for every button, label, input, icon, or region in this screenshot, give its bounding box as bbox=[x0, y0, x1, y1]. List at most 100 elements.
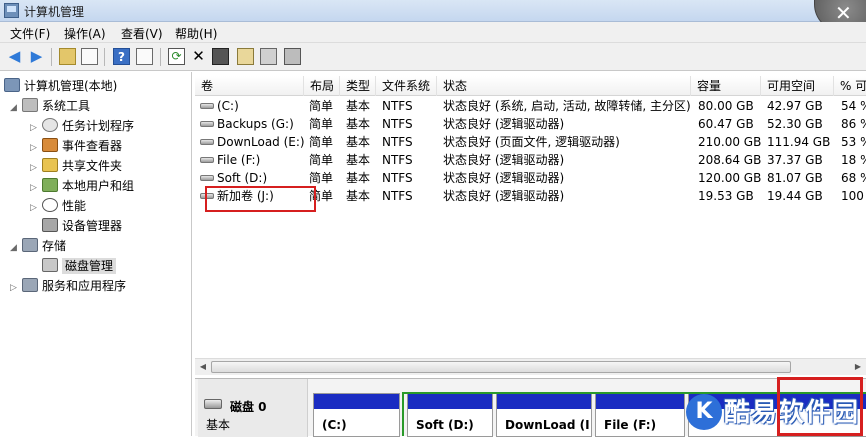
back-icon[interactable]: ◀ bbox=[6, 48, 23, 65]
table-cell: (C:) bbox=[200, 97, 239, 115]
menu-help[interactable]: 帮助(H) bbox=[175, 25, 217, 42]
table-cell: DownLoad (E:) bbox=[200, 133, 305, 151]
expand-icon[interactable]: ▷ bbox=[30, 158, 42, 178]
column-header-capacity[interactable]: 容量 bbox=[691, 76, 761, 96]
cell-text: 100 bbox=[841, 189, 864, 203]
table-cell: 80.00 GB bbox=[698, 97, 754, 115]
disk-management-icon bbox=[42, 258, 58, 272]
volume-list: 卷 布局 类型 文件系统 状态 容量 可用空间 % 可 (C:) 简单 基本 NTFS… bbox=[195, 72, 866, 376]
forward-icon[interactable]: ▶ bbox=[28, 48, 45, 65]
cell-text: 19.53 GB bbox=[698, 189, 754, 203]
table-cell: 基本 bbox=[346, 133, 370, 151]
collapse-icon[interactable]: ◢ bbox=[10, 238, 22, 258]
menu-file[interactable]: 文件(F) bbox=[10, 25, 50, 42]
column-header-type[interactable]: 类型 bbox=[340, 76, 376, 96]
settings-icon[interactable] bbox=[260, 48, 277, 65]
table-cell: 100 bbox=[841, 187, 864, 205]
cell-text: 37.37 GB bbox=[767, 153, 823, 167]
table-cell: 简单 bbox=[309, 151, 333, 169]
cell-text: 19.44 GB bbox=[767, 189, 823, 203]
cell-text: 52.30 GB bbox=[767, 117, 823, 131]
table-row[interactable]: DownLoad (E:) 简单 基本 NTFS 状态良好 (页面文件, 逻辑驱动器) 2… bbox=[195, 133, 866, 151]
column-header-status[interactable]: 状态 bbox=[437, 76, 691, 96]
cell-text: NTFS bbox=[382, 189, 413, 203]
cell-text: File (F:) bbox=[217, 153, 261, 167]
tree-storage[interactable]: ◢ 存储 bbox=[10, 236, 66, 256]
table-row[interactable]: (C:) 简单 基本 NTFS 状态良好 (系统, 启动, 活动, 故障转储, 主分区)… bbox=[195, 97, 866, 115]
up-folder-icon[interactable] bbox=[59, 48, 76, 65]
cell-text: 基本 bbox=[346, 171, 371, 185]
column-header-volume[interactable]: 卷 bbox=[195, 76, 304, 96]
table-row[interactable]: File (F:) 简单 基本 NTFS 状态良好 (逻辑驱动器) 208.64 GB 37… bbox=[195, 151, 866, 169]
table-row[interactable]: Backups (G:) 简单 基本 NTFS 状态良好 (逻辑驱动器) 60.47 GB… bbox=[195, 115, 866, 133]
table-cell: NTFS bbox=[382, 115, 413, 133]
cell-text: 111.94 GB bbox=[767, 135, 831, 149]
tree-services[interactable]: ▷ 服务和应用程序 bbox=[10, 276, 126, 296]
cell-text: NTFS bbox=[382, 153, 413, 167]
disk-name: 磁盘 0 bbox=[230, 400, 267, 414]
table-row[interactable]: Soft (D:) 简单 基本 NTFS 状态良好 (逻辑驱动器) 120.00 GB 81… bbox=[195, 169, 866, 187]
cell-text: 简单 bbox=[309, 135, 334, 149]
table-cell: 基本 bbox=[346, 169, 370, 187]
tree-performance[interactable]: ▷ 性能 bbox=[30, 196, 86, 216]
tree-system-tools[interactable]: ◢ 系统工具 bbox=[10, 96, 90, 116]
expand-icon[interactable]: ▷ bbox=[10, 278, 22, 298]
properties-pane-icon[interactable] bbox=[136, 48, 153, 65]
cell-text: 状态良好 (逻辑驱动器) bbox=[443, 153, 565, 167]
table-cell: File (F:) bbox=[200, 151, 260, 169]
tree-shared-folders[interactable]: ▷ 共享文件夹 bbox=[30, 156, 122, 176]
tree-disk-management[interactable]: 磁盘管理 bbox=[42, 256, 117, 276]
expand-icon[interactable]: ▷ bbox=[30, 138, 42, 158]
partition-c[interactable]: (C:) bbox=[313, 393, 400, 437]
table-cell: 19.44 GB bbox=[767, 187, 823, 205]
navigation-tree: 计算机管理(本地) ◢ 系统工具 ▷ 任务计划程序 ▷ 事件查看器 ▷ 共享文件夹 ▷ 本… bbox=[0, 72, 192, 436]
cell-text: 68 % bbox=[841, 171, 866, 185]
volume-table-header: 卷 布局 类型 文件系统 状态 容量 可用空间 % 可 bbox=[195, 76, 866, 96]
cell-text: Backups (G:) bbox=[217, 117, 294, 131]
table-cell: 简单 bbox=[309, 169, 333, 187]
column-header-free-space[interactable]: 可用空间 bbox=[761, 76, 834, 96]
highlight-new-volume bbox=[205, 186, 316, 212]
table-cell: 52.30 GB bbox=[767, 115, 823, 133]
table-cell: 210.00 GB bbox=[698, 133, 761, 151]
scroll-left-icon[interactable]: ◀ bbox=[197, 361, 209, 373]
disk-tool-icon[interactable] bbox=[284, 48, 301, 65]
expand-icon[interactable]: ▷ bbox=[30, 118, 42, 138]
search-disk-icon[interactable] bbox=[237, 48, 254, 65]
tree-root[interactable]: 计算机管理(本地) bbox=[4, 76, 117, 96]
cell-text: 基本 bbox=[346, 135, 371, 149]
delete-icon[interactable]: ✕ bbox=[190, 48, 207, 65]
cell-text: 基本 bbox=[346, 117, 371, 131]
menu-action[interactable]: 操作(A) bbox=[64, 25, 106, 42]
device-manager-icon bbox=[42, 218, 58, 232]
horizontal-scrollbar[interactable]: ◀ ▶ bbox=[195, 358, 866, 375]
tree-event-viewer[interactable]: ▷ 事件查看器 bbox=[30, 136, 122, 156]
table-cell: NTFS bbox=[382, 133, 413, 151]
refresh-icon[interactable]: ⟳ bbox=[168, 48, 185, 65]
storage-icon bbox=[22, 238, 38, 252]
collapse-icon[interactable]: ◢ bbox=[10, 98, 22, 118]
table-cell: 基本 bbox=[346, 115, 370, 133]
cell-text: NTFS bbox=[382, 117, 413, 131]
expand-icon[interactable]: ▷ bbox=[30, 198, 42, 218]
scrollbar-thumb[interactable] bbox=[211, 361, 791, 373]
volume-icon bbox=[200, 175, 214, 181]
disk-0-label[interactable]: 磁盘 0 基本 bbox=[198, 379, 308, 437]
cell-text: DownLoad (E:) bbox=[217, 135, 305, 149]
column-header-percent-free[interactable]: % 可 bbox=[834, 76, 866, 96]
show-hide-tree-icon[interactable] bbox=[81, 48, 98, 65]
tree-task-scheduler[interactable]: ▷ 任务计划程序 bbox=[30, 116, 134, 136]
highlight-unallocated bbox=[777, 377, 863, 436]
column-header-layout[interactable]: 布局 bbox=[304, 76, 340, 96]
title-bar: 计算机管理 ✕ bbox=[0, 0, 866, 32]
menu-view[interactable]: 查看(V) bbox=[121, 25, 163, 42]
table-cell: Backups (G:) bbox=[200, 115, 294, 133]
properties-icon[interactable] bbox=[212, 48, 229, 65]
scroll-right-icon[interactable]: ▶ bbox=[852, 361, 864, 373]
help-icon[interactable]: ? bbox=[113, 48, 130, 65]
cell-text: 状态良好 (逻辑驱动器) bbox=[443, 189, 565, 203]
tree-local-users[interactable]: ▷ 本地用户和组 bbox=[30, 176, 134, 196]
tree-device-manager[interactable]: 设备管理器 bbox=[42, 216, 122, 236]
column-header-filesystem[interactable]: 文件系统 bbox=[376, 76, 437, 96]
expand-icon[interactable]: ▷ bbox=[30, 178, 42, 198]
